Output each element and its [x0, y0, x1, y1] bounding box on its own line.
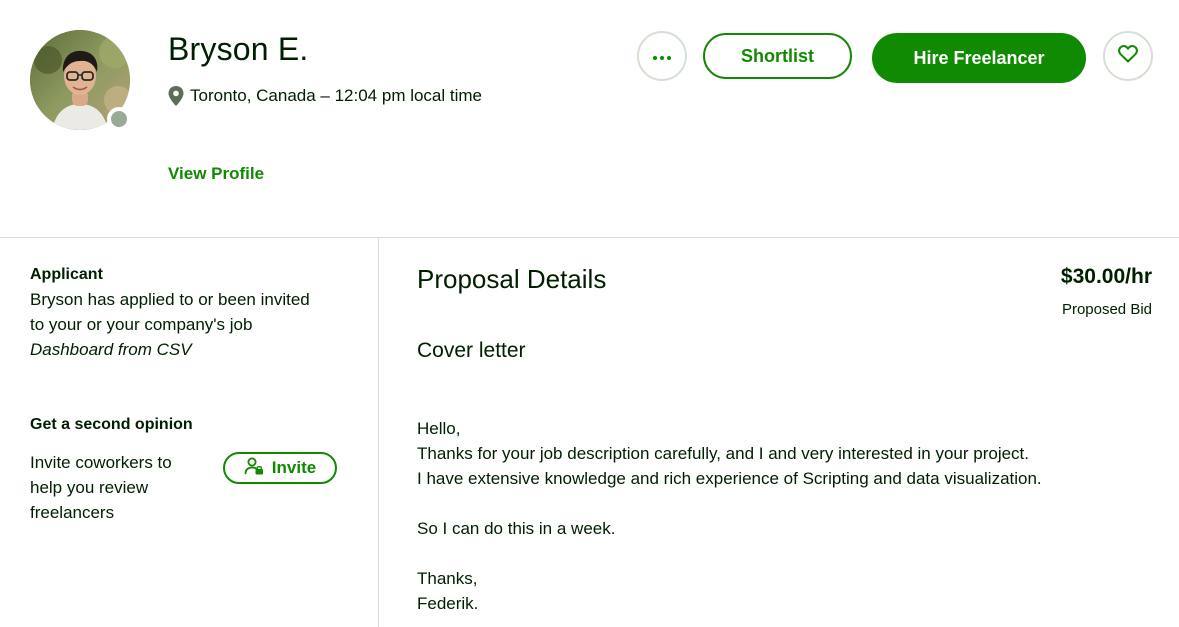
second-opinion-section: Get a second opinion Invite coworkers to… [30, 412, 350, 522]
column-divider [378, 238, 379, 627]
section-divider [0, 237, 1179, 238]
freelancer-name: Bryson E. [168, 31, 309, 67]
profile-header: Bryson E. Toronto, Canada – 12:04 pm loc… [0, 0, 1179, 237]
applicant-text-line: to your or your company's job [30, 315, 253, 334]
applicant-info: Applicant Bryson has applied to or been … [30, 262, 350, 362]
proposed-bid-label: Proposed Bid [1061, 301, 1152, 318]
hire-freelancer-button[interactable]: Hire Freelancer [872, 33, 1086, 83]
invite-button[interactable]: Invite [223, 452, 337, 484]
location-line: Toronto, Canada – 12:04 pm local time [168, 84, 482, 108]
save-favorite-button[interactable] [1103, 31, 1153, 81]
invite-description: Invite coworkers to help you review free… [30, 450, 205, 525]
view-profile-link[interactable]: View Profile [168, 163, 264, 185]
cover-letter-body: Hello, Thanks for your job description c… [417, 416, 1147, 616]
cover-letter-title: Cover letter [417, 339, 526, 362]
status-indicator [107, 107, 131, 131]
letter-greeting: Hello, [417, 419, 461, 438]
more-options-button[interactable] [637, 31, 687, 81]
location-pin-icon [168, 86, 184, 106]
letter-closing: Thanks, [417, 569, 478, 588]
letter-signature: Federik. [417, 594, 479, 613]
second-opinion-heading: Get a second opinion [30, 416, 193, 433]
heart-icon [1118, 44, 1138, 68]
job-title: Dashboard from CSV [30, 340, 192, 359]
ellipsis-icon [653, 47, 671, 65]
avatar[interactable] [30, 30, 131, 131]
letter-line: Thanks for your job description carefull… [417, 444, 1029, 463]
invite-text-line: freelancers [30, 503, 115, 522]
invite-text-line: Invite coworkers to [30, 453, 172, 472]
shortlist-button[interactable]: Shortlist [703, 33, 852, 79]
letter-line: So I can do this in a week. [417, 519, 616, 538]
letter-line: I have extensive knowledge and rich expe… [417, 469, 1042, 488]
add-user-icon [244, 457, 264, 480]
proposal-details-title: Proposal Details [417, 264, 607, 294]
invite-text-line: help you review [30, 478, 149, 497]
applicant-heading: Applicant [30, 266, 103, 283]
proposed-bid-amount: $30.00/hr [1060, 265, 1152, 288]
invite-label: Invite [271, 458, 317, 477]
applicant-text-line: Bryson has applied to or been invited [30, 290, 310, 309]
location-text: Toronto, Canada – 12:04 pm local time [190, 86, 483, 105]
